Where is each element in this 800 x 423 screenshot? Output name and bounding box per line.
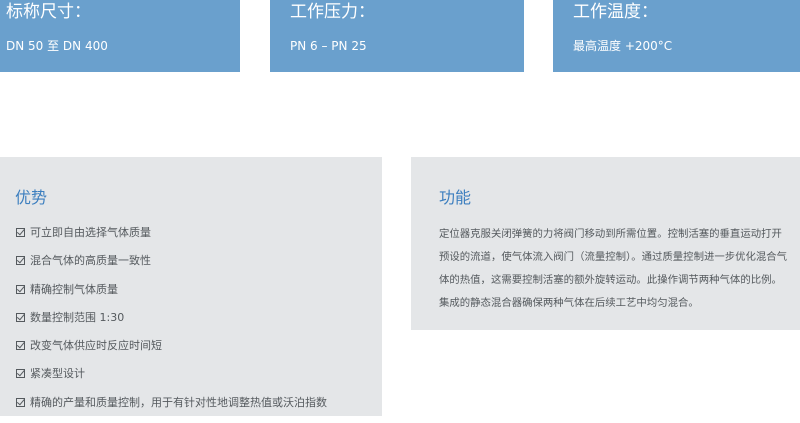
checkbox-checked-icon (16, 284, 25, 294)
checkbox-checked-icon (16, 341, 25, 351)
checkbox-checked-icon (16, 228, 25, 237)
list-item-label: 可立即自由选择气体质量 (30, 226, 151, 239)
checkbox-checked-icon (16, 397, 25, 407)
spec-card-working-pressure: 工作压力： PN 6 – PN 25 (270, 0, 524, 72)
checkbox-checked-icon (16, 369, 25, 379)
spec-card-nominal-size: 标称尺寸： DN 50 至 DN 400 (0, 0, 240, 72)
advantages-panel: 优势 可立即自由选择气体质量 混合气体的高质量一致性 精确控制气体质量 数量控制… (0, 157, 382, 416)
checkbox-checked-icon (16, 312, 25, 322)
list-item: 混合气体的高质量一致性 (16, 253, 327, 281)
spec-title: 工作温度： (573, 2, 658, 22)
list-item: 数量控制范围 1:30 (16, 310, 327, 338)
list-item-label: 精确控制气体质量 (30, 282, 118, 296)
list-item-label: 精确的产量和质量控制，用于有针对性地调整热值或沃泊指数 (30, 395, 327, 409)
list-item-label: 数量控制范围 1:30 (30, 310, 125, 324)
function-panel: 功能 定位器克服关闭弹簧的力将阀门移动到所需位置。控制活塞的垂直运动打开预设的流… (411, 157, 800, 330)
list-item: 精确控制气体质量 (16, 282, 327, 310)
spec-value: 最高温度 +200°C (573, 39, 673, 53)
advantages-list: 可立即自由选择气体质量 混合气体的高质量一致性 精确控制气体质量 数量控制范围 … (16, 225, 327, 423)
function-title: 功能 (439, 188, 472, 207)
advantages-title: 优势 (15, 188, 48, 207)
list-item: 可立即自由选择气体质量 (16, 225, 327, 253)
list-item-label: 改变气体供应时反应时间短 (30, 339, 162, 353)
list-item: 紧凑型设计 (16, 366, 327, 394)
function-description: 定位器克服关闭弹簧的力将阀门移动到所需位置。控制活塞的垂直运动打开预设的流道，使… (439, 228, 788, 309)
spec-title: 标称尺寸： (6, 2, 91, 22)
list-item-label: 紧凑型设计 (30, 367, 85, 381)
list-item: 改变气体供应时反应时间短 (16, 338, 327, 366)
spec-card-working-temperature: 工作温度： 最高温度 +200°C (553, 0, 800, 72)
list-item: 精确的产量和质量控制，用于有针对性地调整热值或沃泊指数 (16, 395, 327, 423)
spec-title: 工作压力： (290, 2, 375, 22)
list-item-label: 混合气体的高质量一致性 (30, 254, 151, 268)
spec-value: DN 50 至 DN 400 (6, 39, 108, 53)
checkbox-checked-icon (16, 256, 25, 266)
spec-value: PN 6 – PN 25 (290, 39, 367, 53)
